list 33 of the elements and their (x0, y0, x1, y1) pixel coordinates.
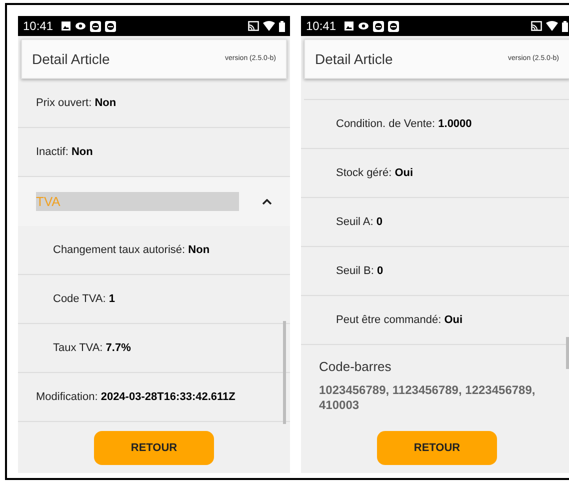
accordion-title: TVA (36, 192, 239, 211)
field-text: Changement taux autorisé: Non (52, 242, 210, 258)
header-title: Detail Article (32, 50, 110, 68)
field-text: Peut être commandé: Oui (335, 312, 463, 328)
field-text: Condition. de Vente: 1.0000 (335, 116, 472, 132)
header-title: Detail Article (315, 50, 393, 68)
image-icon (344, 21, 354, 31)
back-button[interactable]: RETOUR (377, 431, 497, 465)
field-text: Inactif: Non (35, 144, 93, 160)
barcode-list: 1023456789, 1123456789, 1223456789, 410003 (319, 382, 563, 412)
section-title: Code-barres (319, 358, 392, 376)
eye-icon (75, 22, 86, 30)
cast-icon (248, 21, 259, 31)
field-text: Taux TVA: 7.7% (52, 340, 131, 356)
field-text: Stock géré: Oui (335, 166, 414, 181)
wifi-icon (263, 21, 275, 31)
wifi-icon (546, 21, 558, 31)
field-text: Modification: 2024-03-28T16:33:42.611Z (35, 390, 236, 405)
image-icon (61, 21, 72, 31)
field-text: Prix ouvert: Non (35, 96, 116, 111)
scrollbar[interactable] (566, 337, 569, 369)
cast-icon (531, 21, 542, 31)
battery-icon (562, 20, 568, 32)
status-time: 10:41 (306, 20, 336, 32)
chevron-up-icon[interactable] (262, 198, 272, 204)
scrollbar[interactable] (283, 321, 286, 424)
battery-icon (279, 20, 285, 32)
field-text: Seuil B: 0 (335, 264, 384, 279)
status-time: 10:41 (23, 20, 54, 32)
field-text: Seuil A: 0 (335, 214, 382, 230)
back-button[interactable]: RETOUR (94, 431, 214, 465)
eye-icon (358, 22, 370, 30)
field-text: Code TVA: 1 (52, 292, 115, 307)
